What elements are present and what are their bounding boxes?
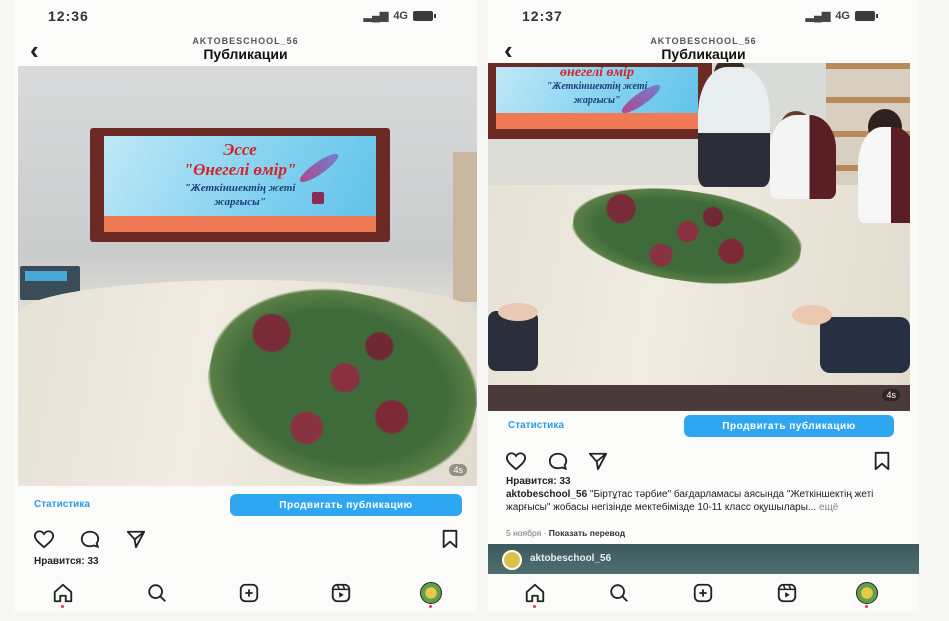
status-bar: 12:36 ▂▄▆ 4G	[14, 8, 477, 30]
post-stats-row: Статистика Продвигать публикацию	[488, 415, 919, 439]
heart-icon[interactable]	[504, 450, 528, 472]
post-photo[interactable]: Эссе "Өнегелі өмір" "Жеткіншектің жеті ж…	[18, 66, 477, 486]
phone-screen-left: 12:36 ▂▄▆ 4G ‹ AKTOBESCHOOL_56 Публикаци…	[14, 0, 477, 612]
likes-count[interactable]: Нравится: 33	[506, 476, 571, 487]
status-icons: ▂▄▆ 4G	[363, 9, 436, 22]
create-icon[interactable]	[690, 580, 716, 606]
profile-avatar[interactable]	[418, 580, 444, 608]
inkpot-icon	[312, 192, 324, 204]
profile-avatar[interactable]	[854, 580, 880, 608]
status-time: 12:36	[48, 8, 89, 24]
post-photo[interactable]: өнегелі өмір "Жеткіншектің жеті жарғысы"…	[488, 63, 910, 411]
student-hand	[498, 303, 538, 321]
slide: өнегелі өмір "Жеткіншектің жеті жарғысы"	[496, 67, 698, 129]
notification-dot	[61, 605, 64, 608]
action-bar	[14, 526, 477, 552]
photo-counter: 4s	[882, 389, 900, 401]
share-icon[interactable]	[586, 450, 610, 472]
profile-avatar-image	[856, 582, 878, 604]
action-bar	[488, 448, 919, 474]
show-translation-link[interactable]: Показать перевод	[549, 528, 625, 538]
avatar[interactable]	[502, 550, 522, 570]
caption-more-link[interactable]: ещё	[816, 502, 838, 513]
page-title: Публикации	[661, 46, 746, 62]
create-icon[interactable]	[236, 580, 262, 606]
bookmark-icon[interactable]	[438, 528, 462, 550]
account-name: AKTOBESCHOOL_56	[650, 36, 757, 46]
signal-icon: ▂▄▆	[363, 10, 389, 22]
door	[453, 152, 477, 302]
next-post-header[interactable]: aktobeschool_56	[488, 544, 919, 574]
next-post-username[interactable]: aktobeschool_56	[530, 553, 611, 564]
post-stats-row: Статистика Продвигать публикацию	[14, 494, 477, 518]
home-icon[interactable]	[50, 580, 76, 608]
post-caption: aktobeschool_56 "Біртұтас тәрбие" бағдар…	[506, 488, 906, 514]
network-type: 4G	[835, 9, 850, 22]
bottom-tab-bar	[14, 574, 477, 612]
slide-line-3: жарғысы"	[573, 95, 621, 106]
status-icons: ▂▄▆ 4G	[805, 9, 878, 22]
reels-icon[interactable]	[774, 580, 800, 606]
post-meta: 5 ноября · Показать перевод	[506, 528, 625, 538]
phone-screen-right: 12:37 ▂▄▆ 4G ‹ AKTOBESCHOOL_56 Публикаци…	[488, 0, 919, 612]
likes-count[interactable]: Нравится: 33	[34, 556, 99, 567]
post-date: 5 ноября	[506, 528, 542, 538]
screenshot-collage: 12:36 ▂▄▆ 4G ‹ AKTOBESCHOOL_56 Публикаци…	[0, 0, 949, 621]
battery-icon	[413, 10, 436, 21]
slide-line-3: "Жеткіншектің жеті	[184, 182, 296, 194]
battery-icon	[855, 10, 878, 21]
status-time: 12:37	[522, 8, 563, 24]
caption-username[interactable]: aktobeschool_56	[506, 489, 587, 500]
profile-avatar-image	[420, 582, 442, 604]
slide-line-1: өнегелі өмір	[559, 67, 635, 80]
bookmark-icon[interactable]	[870, 450, 894, 472]
tv-screen: өнегелі өмір "Жеткіншектің жеті жарғысы"	[488, 63, 712, 139]
notification-dot	[533, 605, 536, 608]
notification-dot	[865, 605, 868, 608]
nav-title-block: AKTOBESCHOOL_56 Публикации	[488, 36, 919, 62]
meta-separator: ·	[541, 528, 549, 538]
student-arm	[820, 317, 910, 373]
notification-dot	[429, 605, 432, 608]
comment-icon[interactable]	[78, 528, 102, 550]
slide-line-2: "Өнегелі өмір"	[183, 160, 297, 179]
status-bar: 12:37 ▂▄▆ 4G	[488, 8, 919, 30]
page-title: Публикации	[203, 46, 288, 62]
bottom-tab-bar	[488, 574, 919, 612]
signal-icon: ▂▄▆	[805, 10, 831, 22]
promote-post-button[interactable]: Продвигать публикацию	[684, 415, 894, 437]
comment-icon[interactable]	[546, 450, 570, 472]
nav-title-block: AKTOBESCHOOL_56 Публикации	[14, 36, 477, 62]
search-icon[interactable]	[606, 580, 632, 606]
share-icon[interactable]	[124, 528, 148, 550]
search-icon[interactable]	[144, 580, 170, 606]
statistics-link[interactable]: Статистика	[508, 420, 564, 431]
account-name: AKTOBESCHOOL_56	[192, 36, 299, 46]
student-hand	[792, 305, 832, 325]
student	[770, 115, 836, 199]
home-icon[interactable]	[522, 580, 548, 608]
network-type: 4G	[393, 9, 408, 22]
slide-line-2: "Жеткіншектің жеті	[546, 81, 648, 92]
reels-icon[interactable]	[328, 580, 354, 606]
photo-counter: 4s	[449, 464, 467, 476]
promote-post-button[interactable]: Продвигать публикацию	[230, 494, 462, 516]
statistics-link[interactable]: Статистика	[34, 499, 90, 510]
slide-line-4: жарғысы"	[214, 196, 266, 208]
student	[858, 127, 910, 223]
table-edge	[488, 385, 910, 411]
slide: Эссе "Өнегелі өмір" "Жеткіншектің жеті ж…	[104, 136, 376, 232]
heart-icon[interactable]	[32, 528, 56, 550]
tv-screen: Эссе "Өнегелі өмір" "Жеткіншектің жеті ж…	[90, 128, 390, 242]
top-nav: ‹ AKTOBESCHOOL_56 Публикации	[14, 34, 477, 68]
teacher	[698, 67, 770, 187]
